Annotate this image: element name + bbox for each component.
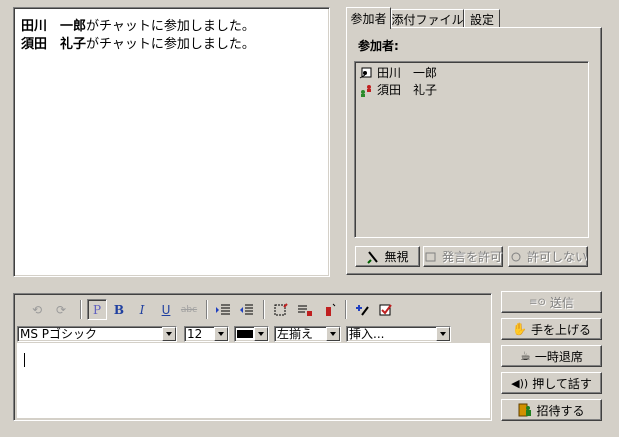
font-name-select[interactable]: MS Pゴシック: [17, 326, 177, 342]
chevron-down-icon[interactable]: [214, 327, 228, 341]
chat-message: 田川 一郎がチャットに参加しました。: [21, 18, 322, 36]
coffee-icon: ☕: [520, 349, 531, 363]
deny-speak-icon: [509, 250, 523, 264]
chevron-down-icon[interactable]: [326, 327, 340, 341]
select-region-icon[interactable]: [271, 299, 291, 320]
tab-settings[interactable]: 設定: [464, 9, 500, 28]
chevron-down-icon[interactable]: [162, 327, 176, 341]
text-color-select[interactable]: [234, 326, 269, 342]
chevron-down-icon[interactable]: [436, 327, 450, 341]
ignore-button[interactable]: 無視: [355, 246, 420, 267]
font-name-value: MS Pゴシック: [20, 327, 98, 341]
send-label: 送信: [549, 295, 574, 310]
participant-name: 田川 一郎: [377, 66, 438, 80]
ignore-label: 無視: [384, 250, 409, 264]
hand-icon: ✋: [512, 322, 527, 336]
participant-name: 須田 礼子: [377, 83, 438, 97]
send-icon: ≡⊙: [529, 296, 546, 308]
underline-icon[interactable]: U: [156, 299, 176, 320]
bold-icon[interactable]: B: [109, 299, 129, 320]
message-input[interactable]: [17, 343, 490, 418]
color-swatch: [237, 330, 253, 338]
alignment-value: 左揃え: [277, 327, 314, 341]
away-label: 一時退席: [534, 349, 583, 364]
participant-list[interactable]: 田川 一郎 須田 礼子: [354, 61, 589, 238]
speaker-icon: ◀)): [511, 376, 529, 390]
font-size-value: 12: [187, 327, 203, 341]
chat-log[interactable]: 田川 一郎がチャットに参加しました。 須田 礼子がチャットに参加しました。: [13, 7, 330, 277]
insert-symbol-icon[interactable]: [352, 299, 372, 320]
italic-icon[interactable]: I: [132, 299, 152, 320]
invite-button[interactable]: 招待する: [501, 399, 602, 421]
deny-label: 許可しない: [527, 250, 588, 264]
insert-select[interactable]: 挿入...: [346, 326, 451, 342]
allow-speak-button[interactable]: 発言を許可: [423, 246, 503, 267]
message-text: がチャットに参加しました。: [86, 19, 255, 34]
text-format-icon[interactable]: [295, 299, 315, 320]
raise-hand-label: 手を上げる: [530, 322, 591, 337]
deny-speak-button[interactable]: 許可しない: [508, 246, 588, 267]
spellcheck-icon[interactable]: [376, 299, 396, 320]
push-to-talk-label: 押して話す: [532, 376, 592, 391]
raise-hand-button[interactable]: ✋ 手を上げる: [501, 318, 602, 340]
highlight-icon[interactable]: [320, 299, 340, 320]
message-sender: 須田 礼子: [21, 37, 87, 52]
allow-speak-label: 発言を許可: [442, 250, 503, 264]
toolbar-divider: [206, 300, 208, 319]
text-caret: [24, 353, 25, 367]
push-to-talk-button[interactable]: ◀)) 押して話す: [501, 372, 602, 394]
send-button[interactable]: ≡⊙ 送信: [501, 291, 602, 313]
invite-icon: [518, 403, 532, 417]
undo-icon[interactable]: ⟲: [27, 299, 47, 320]
alignment-select[interactable]: 左揃え: [274, 326, 341, 342]
insert-value: 挿入...: [349, 327, 385, 341]
chevron-down-icon[interactable]: [254, 327, 268, 341]
message-text: がチャットに参加しました。: [86, 37, 255, 52]
strikethrough-icon[interactable]: abc: [179, 299, 199, 320]
tab-attachments[interactable]: 添付ファイル: [391, 9, 464, 28]
mute-icon: [366, 250, 380, 264]
list-item[interactable]: 田川 一郎: [359, 64, 584, 81]
allow-speak-icon: [424, 250, 438, 264]
plain-text-icon[interactable]: P: [87, 299, 107, 320]
font-size-select[interactable]: 12: [184, 326, 229, 342]
participants-heading: 参加者:: [358, 39, 399, 53]
invite-label: 招待する: [536, 403, 585, 418]
presenter-icon: [359, 66, 373, 80]
toolbar-divider: [263, 300, 265, 319]
outdent-icon[interactable]: [236, 299, 256, 320]
message-sender: 田川 一郎: [21, 19, 87, 34]
away-button[interactable]: ☕ 一時退席: [501, 345, 602, 367]
toolbar-divider: [345, 300, 347, 319]
chat-message: 須田 礼子がチャットに参加しました。: [21, 36, 322, 54]
redo-icon[interactable]: ⟳: [51, 299, 71, 320]
indent-icon[interactable]: [213, 299, 233, 320]
tab-participants[interactable]: 参加者: [346, 7, 391, 29]
users-icon: [359, 83, 373, 97]
toolbar-divider: [80, 300, 82, 319]
list-item[interactable]: 須田 礼子: [359, 81, 584, 98]
